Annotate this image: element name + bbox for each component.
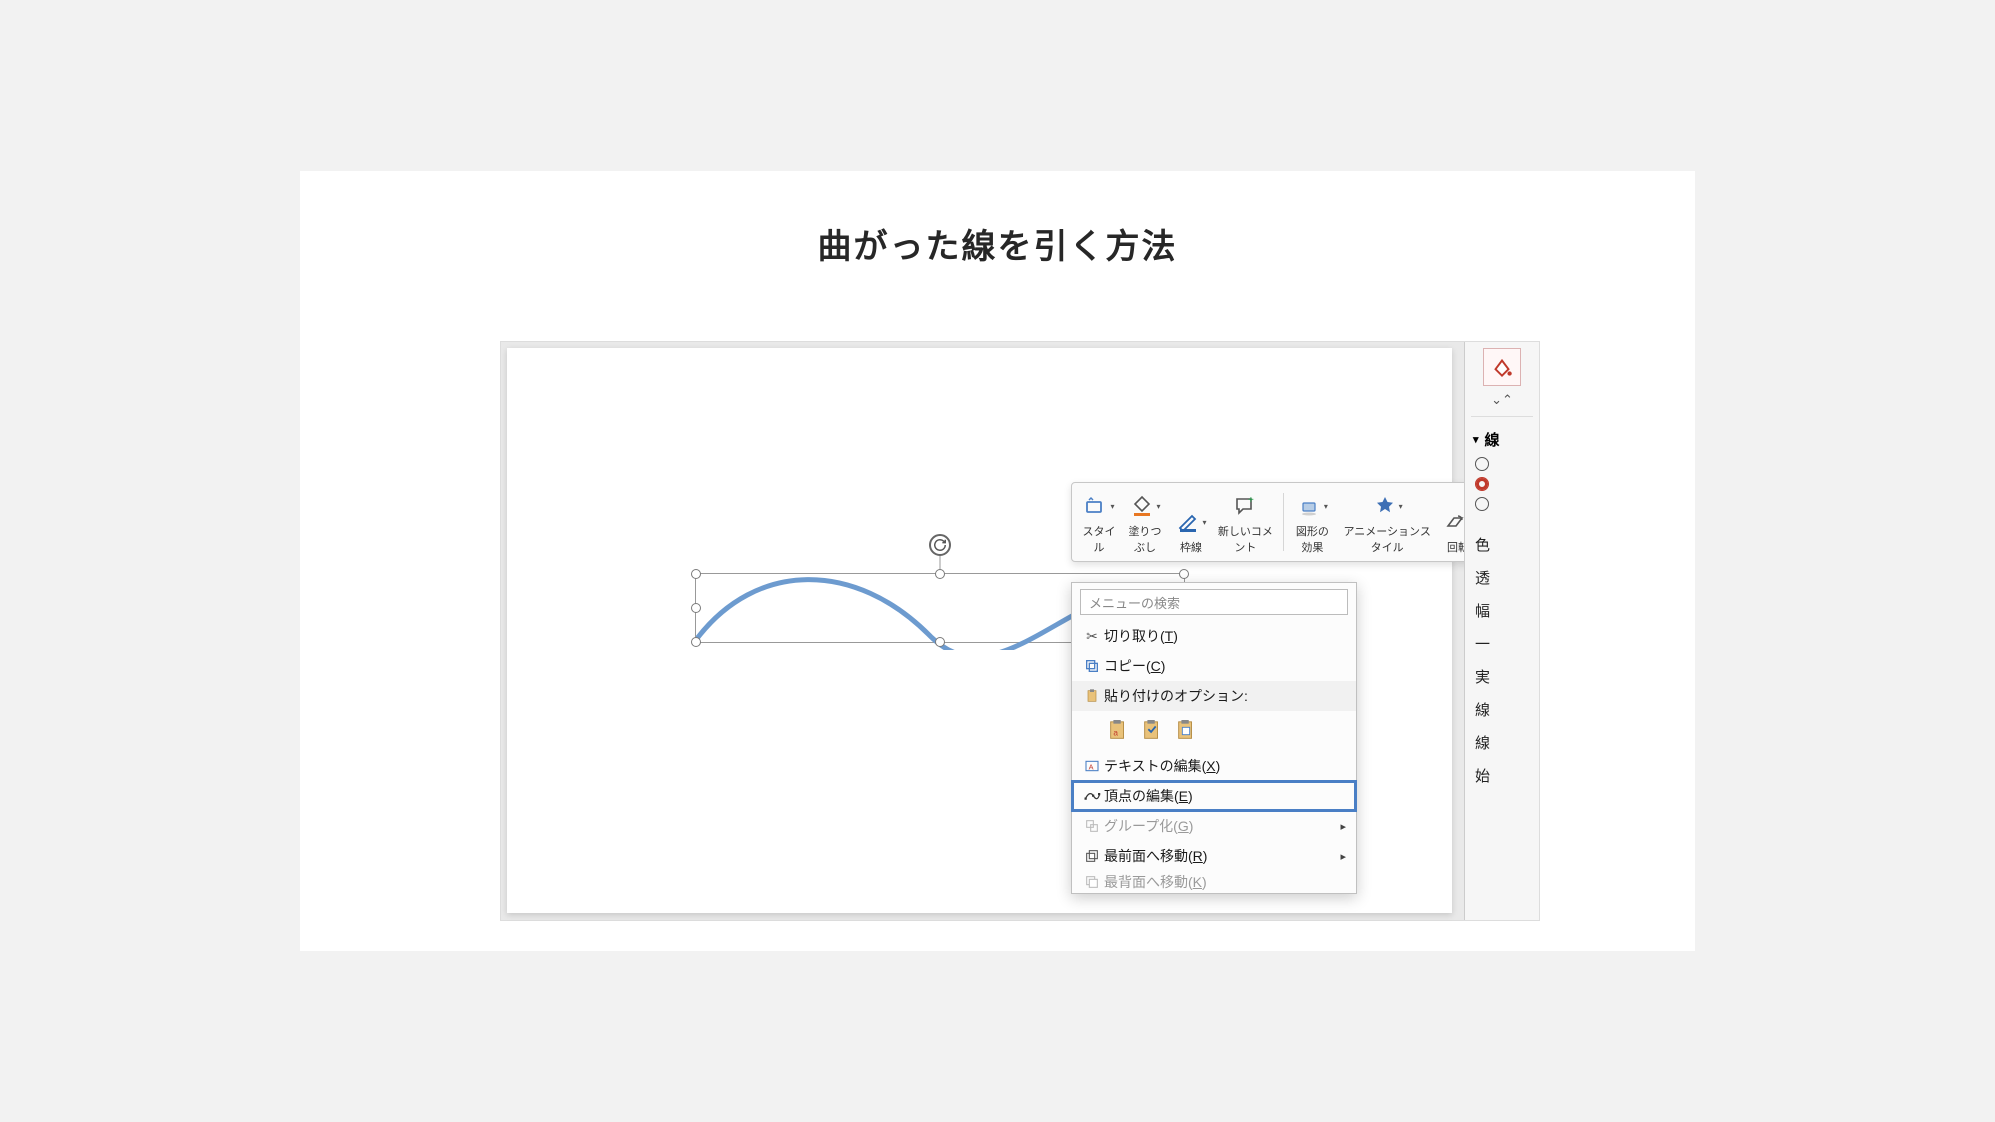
resize-handle[interactable] <box>691 637 701 647</box>
paste-options-row: a <box>1072 711 1356 751</box>
chevron-down-icon: ▾ <box>1473 433 1479 446</box>
expand-all-icon[interactable]: ⌄⌃ <box>1465 392 1539 408</box>
rotate-icon <box>933 538 947 552</box>
clipboard-icon <box>1080 687 1104 705</box>
effects-icon <box>1297 494 1323 518</box>
menu-paste-options-label: 貼り付けのオプション: <box>1072 681 1356 711</box>
svg-text:a: a <box>1113 729 1118 738</box>
svg-text:+: + <box>1248 495 1254 506</box>
slide: 曲がった線を引く方法 ▾ <box>300 171 1695 951</box>
star-icon <box>1372 494 1398 518</box>
paste-option-3[interactable] <box>1174 717 1198 745</box>
line-option-solid[interactable] <box>1465 474 1539 494</box>
paste-option-1[interactable]: a <box>1106 717 1130 745</box>
format-shape-pane: ⌄⌃ ▾線 色 透 幅 一 実 線 線 始 <box>1464 342 1539 920</box>
slide-title: 曲がった線を引く方法 <box>300 219 1695 268</box>
group-icon <box>1080 818 1104 834</box>
powerpoint-screenshot: ▾ スタイル ▾ 塗りつぶし ▾ 枠線 + 新しいコメント ▾ 図形の効果 ▾ <box>500 341 1540 921</box>
comment-icon: + <box>1233 494 1257 518</box>
menu-group: グループ化(G) ▸ <box>1072 811 1356 841</box>
submenu-arrow-icon: ▸ <box>1340 820 1346 833</box>
animation-style-button[interactable]: ▾ アニメーションスタイル <box>1337 487 1437 557</box>
new-comment-button[interactable]: + 新しいコメント <box>1212 487 1279 557</box>
line-option-gradient[interactable] <box>1465 494 1539 514</box>
side-label-color: 色 <box>1465 528 1539 561</box>
submenu-arrow-icon: ▸ <box>1340 850 1346 863</box>
bring-front-icon <box>1080 848 1104 864</box>
resize-handle[interactable] <box>691 569 701 579</box>
fill-line-tab-icon[interactable] <box>1483 348 1521 386</box>
resize-handle[interactable] <box>1179 569 1189 579</box>
side-label-join: 線 <box>1465 726 1539 759</box>
style-button[interactable]: ▾ スタイル <box>1078 487 1120 557</box>
shape-effects-button[interactable]: ▾ 図形の効果 <box>1287 487 1337 557</box>
menu-send-back-partial: 最背面へ移動(K) <box>1072 871 1356 893</box>
fill-button[interactable]: ▾ 塗りつぶし <box>1120 487 1170 557</box>
side-label-cap: 線 <box>1465 693 1539 726</box>
svg-text:A: A <box>1089 762 1094 771</box>
line-section-header[interactable]: ▾線 <box>1465 425 1539 454</box>
scissors-icon: ✂ <box>1080 628 1104 645</box>
menu-edit-text[interactable]: A テキストの編集(X) <box>1072 751 1356 781</box>
rotation-handle[interactable] <box>929 534 951 556</box>
line-option-none[interactable] <box>1465 454 1539 474</box>
resize-handle[interactable] <box>935 637 945 647</box>
context-menu: メニューの検索 ✂ 切り取り(T) コピー(C) 貼り付けのオプション: a <box>1071 582 1357 894</box>
resize-handle[interactable] <box>935 569 945 579</box>
edit-text-icon: A <box>1080 758 1104 774</box>
side-label-begin: 始 <box>1465 759 1539 792</box>
mini-toolbar: ▾ スタイル ▾ 塗りつぶし ▾ 枠線 + 新しいコメント ▾ 図形の効果 ▾ <box>1071 482 1486 562</box>
outline-icon <box>1175 510 1201 534</box>
side-label-compound: 一 <box>1465 627 1539 660</box>
side-label-transparency: 透 <box>1465 561 1539 594</box>
resize-handle[interactable] <box>691 603 701 613</box>
menu-cut[interactable]: ✂ 切り取り(T) <box>1072 621 1356 651</box>
fill-icon <box>1129 494 1155 518</box>
send-back-icon <box>1080 874 1104 890</box>
edit-points-icon <box>1080 788 1104 804</box>
outline-button[interactable]: ▾ 枠線 <box>1170 487 1212 557</box>
paste-option-2[interactable] <box>1140 717 1164 745</box>
menu-edit-points[interactable]: 頂点の編集(E) <box>1072 781 1356 811</box>
side-label-dash: 実 <box>1465 660 1539 693</box>
menu-copy[interactable]: コピー(C) <box>1072 651 1356 681</box>
style-icon <box>1083 494 1109 518</box>
copy-icon <box>1080 658 1104 674</box>
menu-bring-front[interactable]: 最前面へ移動(R) ▸ <box>1072 841 1356 871</box>
menu-search-input[interactable]: メニューの検索 <box>1080 589 1348 615</box>
side-label-width: 幅 <box>1465 594 1539 627</box>
